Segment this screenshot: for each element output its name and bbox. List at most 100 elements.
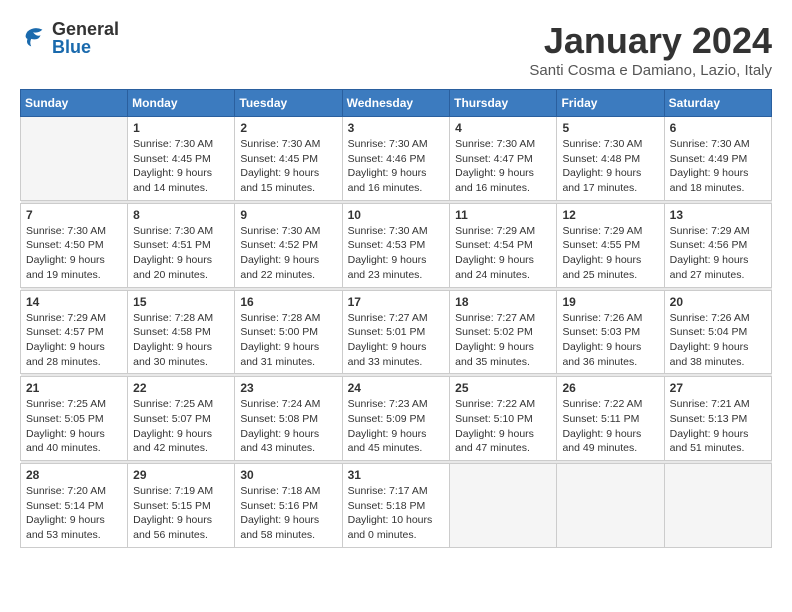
day-number: 10: [348, 208, 445, 222]
calendar-cell: 9Sunrise: 7:30 AMSunset: 4:52 PMDaylight…: [235, 203, 342, 287]
calendar-cell: [664, 464, 771, 548]
logo-blue: Blue: [52, 38, 119, 56]
calendar-day-header: Tuesday: [235, 90, 342, 117]
location: Santi Cosma e Damiano, Lazio, Italy: [529, 62, 772, 79]
calendar-cell: [557, 464, 664, 548]
calendar-cell: 6 Sunrise: 7:30 AMSunset: 4:49 PMDaylight…: [664, 117, 771, 201]
day-number: 3: [348, 121, 445, 135]
calendar-cell: 29 Sunrise: 7:19 AMSunset: 5:15 PMDayligh…: [128, 464, 235, 548]
calendar-cell: 12 Sunrise: 7:29 AMSunset: 4:55 PMDayligh…: [557, 203, 664, 287]
day-number: 29: [133, 468, 229, 482]
day-detail: Sunrise: 7:29 AMSunset: 4:55 PMDaylight:…: [562, 224, 658, 283]
day-number: 20: [670, 295, 766, 309]
page-header: General Blue January 2024 Santi Cosma e …: [20, 20, 772, 79]
day-detail: Sunrise: 7:26 AMSunset: 5:04 PMDaylight:…: [670, 311, 766, 370]
calendar-cell: [21, 117, 128, 201]
day-number: 26: [562, 381, 658, 395]
title-area: January 2024 Santi Cosma e Damiano, Lazi…: [529, 20, 772, 79]
day-detail: Sunrise: 7:25 AMSunset: 5:05 PMDaylight:…: [26, 397, 122, 456]
day-detail: Sunrise: 7:23 AMSunset: 5:09 PMDaylight:…: [348, 397, 445, 456]
day-detail: Sunrise: 7:25 AMSunset: 5:07 PMDaylight:…: [133, 397, 229, 456]
day-detail: Sunrise: 7:21 AMSunset: 5:13 PMDaylight:…: [670, 397, 766, 456]
calendar-cell: 19 Sunrise: 7:26 AMSunset: 5:03 PMDayligh…: [557, 290, 664, 374]
day-number: 25: [455, 381, 551, 395]
logo: General Blue: [20, 20, 119, 56]
day-detail: Sunrise: 7:29 AMSunset: 4:54 PMDaylight:…: [455, 224, 551, 283]
day-number: 11: [455, 208, 551, 222]
day-number: 1: [133, 121, 229, 135]
day-detail: Sunrise: 7:30 AMSunset: 4:45 PMDaylight:…: [240, 137, 336, 196]
calendar-cell: 25 Sunrise: 7:22 AMSunset: 5:10 PMDayligh…: [450, 377, 557, 461]
calendar-cell: 30 Sunrise: 7:18 AMSunset: 5:16 PMDayligh…: [235, 464, 342, 548]
day-detail: Sunrise: 7:28 AMSunset: 5:00 PMDaylight:…: [240, 311, 336, 370]
day-number: 18: [455, 295, 551, 309]
calendar-cell: 10 Sunrise: 7:30 AMSunset: 4:53 PMDayligh…: [342, 203, 450, 287]
calendar-cell: 1Sunrise: 7:30 AMSunset: 4:45 PMDaylight…: [128, 117, 235, 201]
day-detail: Sunrise: 7:17 AMSunset: 5:18 PMDaylight:…: [348, 484, 445, 543]
day-number: 4: [455, 121, 551, 135]
calendar-week-row: 1 Sunrise: 7:30 AMSunset: 4:45 PMDaylight…: [21, 117, 772, 201]
day-number: 13: [670, 208, 766, 222]
calendar-cell: 16 Sunrise: 7:28 AMSunset: 5:00 PMDayligh…: [235, 290, 342, 374]
calendar-table: SundayMondayTuesdayWednesdayThursdayFrid…: [20, 89, 772, 548]
calendar-week-row: 7 Sunrise: 7:30 AMSunset: 4:50 PMDaylight…: [21, 203, 772, 287]
calendar-cell: 2 Sunrise: 7:30 AMSunset: 4:45 PMDaylight…: [235, 117, 342, 201]
calendar-day-header: Wednesday: [342, 90, 450, 117]
day-detail: Sunrise: 7:27 AMSunset: 5:02 PMDaylight:…: [455, 311, 551, 370]
day-detail: Sunrise: 7:30 AMSunset: 4:46 PMDaylight:…: [348, 137, 445, 196]
day-number: 7: [26, 208, 122, 222]
calendar-cell: 21Sunrise: 7:25 AMSunset: 5:05 PMDayligh…: [21, 377, 128, 461]
day-detail: Sunrise: 7:29 AMSunset: 4:56 PMDaylight:…: [670, 224, 766, 283]
calendar-cell: 7 Sunrise: 7:30 AMSunset: 4:50 PMDaylight…: [21, 203, 128, 287]
calendar-cell: 8Sunrise: 7:30 AMSunset: 4:51 PMDaylight…: [128, 203, 235, 287]
day-detail: Sunrise: 7:30 AMSunset: 4:50 PMDaylight:…: [26, 224, 122, 283]
calendar-day-header: Sunday: [21, 90, 128, 117]
calendar-header-row: SundayMondayTuesdayWednesdayThursdayFrid…: [21, 90, 772, 117]
day-detail: Sunrise: 7:30 AMSunset: 4:51 PMDaylight:…: [133, 224, 229, 283]
day-number: 23: [240, 381, 336, 395]
calendar-week-row: 28 Sunrise: 7:20 AMSunset: 5:14 PMDayligh…: [21, 464, 772, 548]
day-detail: Sunrise: 7:30 AMSunset: 4:53 PMDaylight:…: [348, 224, 445, 283]
day-detail: Sunrise: 7:22 AMSunset: 5:11 PMDaylight:…: [562, 397, 658, 456]
day-number: 28: [26, 468, 122, 482]
calendar-cell: 5Sunrise: 7:30 AMSunset: 4:48 PMDaylight…: [557, 117, 664, 201]
day-number: 5: [562, 121, 658, 135]
day-detail: Sunrise: 7:22 AMSunset: 5:10 PMDaylight:…: [455, 397, 551, 456]
calendar-cell: 14Sunrise: 7:29 AMSunset: 4:57 PMDayligh…: [21, 290, 128, 374]
day-detail: Sunrise: 7:30 AMSunset: 4:47 PMDaylight:…: [455, 137, 551, 196]
month-title: January 2024: [529, 20, 772, 62]
calendar-cell: 28 Sunrise: 7:20 AMSunset: 5:14 PMDayligh…: [21, 464, 128, 548]
day-detail: Sunrise: 7:30 AMSunset: 4:49 PMDaylight:…: [670, 137, 766, 196]
day-detail: Sunrise: 7:28 AMSunset: 4:58 PMDaylight:…: [133, 311, 229, 370]
day-detail: Sunrise: 7:27 AMSunset: 5:01 PMDaylight:…: [348, 311, 445, 370]
day-number: 2: [240, 121, 336, 135]
calendar-cell: 26 Sunrise: 7:22 AMSunset: 5:11 PMDayligh…: [557, 377, 664, 461]
day-detail: Sunrise: 7:19 AMSunset: 5:15 PMDaylight:…: [133, 484, 229, 543]
day-number: 30: [240, 468, 336, 482]
calendar-cell: 23Sunrise: 7:24 AMSunset: 5:08 PMDayligh…: [235, 377, 342, 461]
calendar-week-row: 21Sunrise: 7:25 AMSunset: 5:05 PMDayligh…: [21, 377, 772, 461]
day-detail: Sunrise: 7:20 AMSunset: 5:14 PMDaylight:…: [26, 484, 122, 543]
day-number: 24: [348, 381, 445, 395]
calendar-cell: 31Sunrise: 7:17 AMSunset: 5:18 PMDayligh…: [342, 464, 450, 548]
calendar-cell: 20 Sunrise: 7:26 AMSunset: 5:04 PMDayligh…: [664, 290, 771, 374]
day-number: 6: [670, 121, 766, 135]
calendar-cell: 3 Sunrise: 7:30 AMSunset: 4:46 PMDaylight…: [342, 117, 450, 201]
day-number: 14: [26, 295, 122, 309]
day-number: 15: [133, 295, 229, 309]
day-number: 19: [562, 295, 658, 309]
day-number: 16: [240, 295, 336, 309]
day-detail: Sunrise: 7:18 AMSunset: 5:16 PMDaylight:…: [240, 484, 336, 543]
calendar-cell: [450, 464, 557, 548]
day-number: 9: [240, 208, 336, 222]
day-number: 22: [133, 381, 229, 395]
day-detail: Sunrise: 7:26 AMSunset: 5:03 PMDaylight:…: [562, 311, 658, 370]
calendar-day-header: Saturday: [664, 90, 771, 117]
calendar-day-header: Monday: [128, 90, 235, 117]
day-number: 12: [562, 208, 658, 222]
calendar-cell: 11 Sunrise: 7:29 AMSunset: 4:54 PMDayligh…: [450, 203, 557, 287]
logo-text: General Blue: [52, 20, 119, 56]
calendar-cell: 13 Sunrise: 7:29 AMSunset: 4:56 PMDayligh…: [664, 203, 771, 287]
calendar-day-header: Friday: [557, 90, 664, 117]
calendar-cell: 15 Sunrise: 7:28 AMSunset: 4:58 PMDayligh…: [128, 290, 235, 374]
